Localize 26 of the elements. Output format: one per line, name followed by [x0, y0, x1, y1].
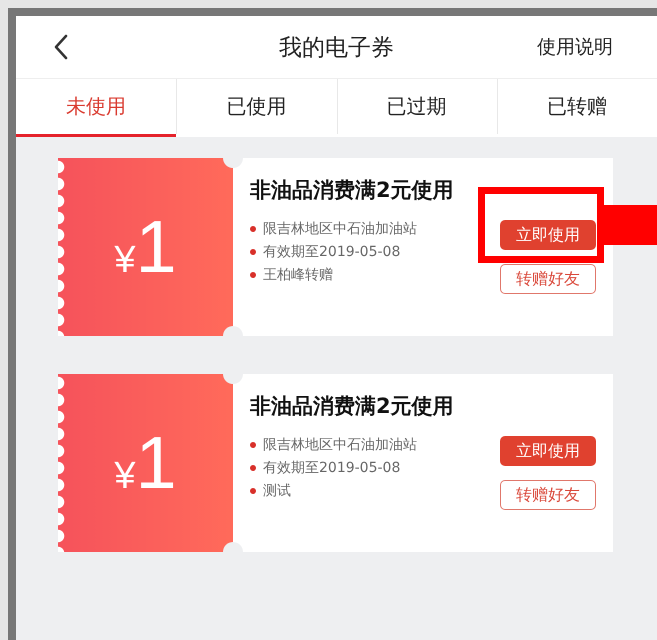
coupon-detail: 有效期至2019-05-08 [263, 243, 400, 261]
coupon-detail: 王柏峰转赠 [263, 266, 333, 284]
bullet-icon [250, 249, 256, 255]
gift-friend-button[interactable]: 转赠好友 [500, 480, 596, 510]
coupon-detail: 限吉林地区中石油加油站 [263, 220, 417, 238]
coupon-title: 非油品消费满2元使用 [250, 177, 455, 204]
bullet-icon [250, 488, 256, 494]
coupon-amount: 1 [135, 210, 177, 284]
coupon-detail: 限吉林地区中石油加油站 [263, 436, 417, 454]
page-title: 我的电子券 [279, 34, 394, 62]
back-icon[interactable] [54, 34, 68, 60]
coupon-title: 非油品消费满2元使用 [250, 393, 455, 420]
coupon-detail: 测试 [263, 482, 291, 500]
pointer-bar [604, 205, 657, 245]
currency-symbol: ¥ [114, 239, 136, 282]
use-now-button[interactable]: 立即使用 [500, 220, 596, 250]
bullet-icon [250, 272, 256, 278]
coupon-detail: 有效期至2019-05-08 [263, 459, 400, 477]
coupon-amount: 1 [135, 426, 177, 500]
bullet-icon [250, 465, 256, 471]
currency-symbol: ¥ [114, 455, 136, 498]
gift-friend-button[interactable]: 转赠好友 [500, 264, 596, 294]
bullet-icon [250, 226, 256, 232]
bullet-icon [250, 442, 256, 448]
use-now-button[interactable]: 立即使用 [500, 436, 596, 466]
usage-instructions-link[interactable]: 使用说明 [537, 34, 613, 60]
